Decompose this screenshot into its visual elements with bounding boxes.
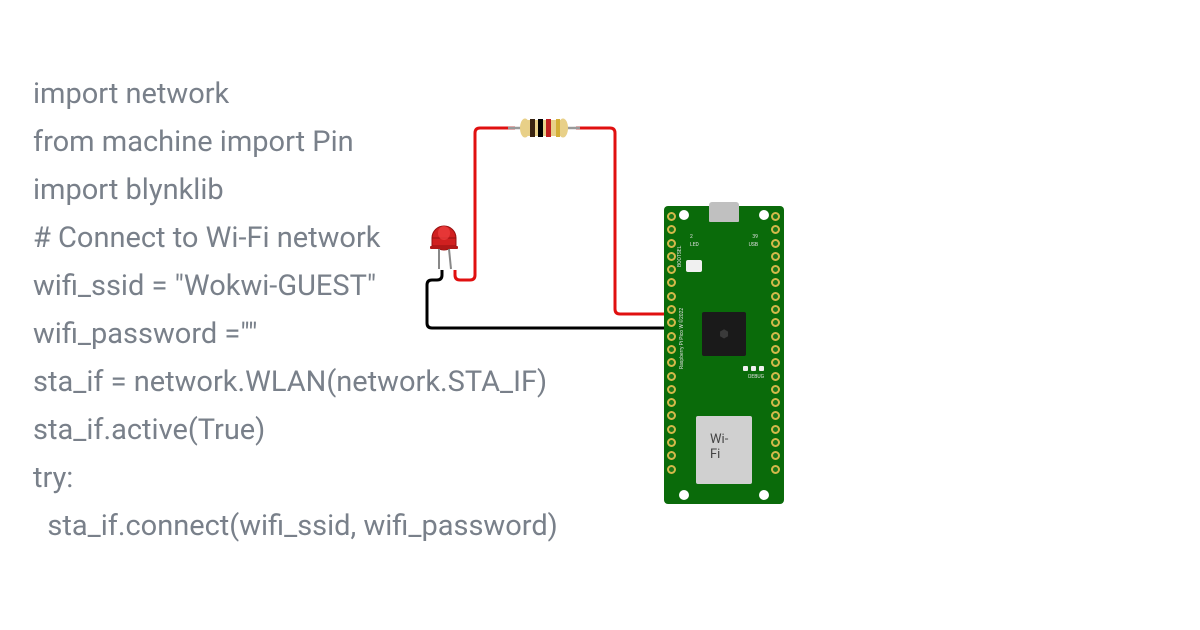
debug-label: DEBUG	[748, 374, 764, 380]
pins-left	[667, 212, 677, 498]
usb-connector-icon	[709, 202, 739, 222]
mounting-hole	[759, 490, 769, 500]
mounting-hole	[679, 490, 689, 500]
code-line: import network	[33, 70, 558, 118]
bootsel-label: BOOTSEL	[677, 246, 683, 267]
wifi-label: Wi-Fi	[710, 432, 738, 462]
raspberry-logo-icon: ⬢	[719, 328, 729, 341]
pico-w-board[interactable]: 2 39 LED USB BOOTSEL ⬢ DEBUG Wi-Fi Raspb…	[664, 206, 784, 504]
mounting-hole	[759, 210, 769, 220]
bootsel-button[interactable]	[686, 260, 702, 272]
led-label: LED	[690, 242, 699, 248]
debug-pads	[743, 366, 764, 371]
pin-2-label: 2	[690, 234, 693, 240]
board-name-label: Raspberry Pi Pico W ©2022	[679, 308, 685, 369]
wire-red-resistor-to-board	[576, 128, 668, 314]
wifi-module-icon: Wi-Fi	[696, 416, 752, 484]
circuit-diagram: 2 39 LED USB BOOTSEL ⬢ DEBUG Wi-Fi Raspb…	[420, 115, 800, 515]
wire-red-led-to-resistor	[455, 128, 515, 280]
pin-39-label: 39	[752, 234, 758, 240]
rp2040-chip-icon: ⬢	[702, 312, 746, 356]
usb-label: USB	[749, 242, 758, 248]
mounting-hole	[679, 210, 689, 220]
pins-right	[771, 212, 781, 498]
